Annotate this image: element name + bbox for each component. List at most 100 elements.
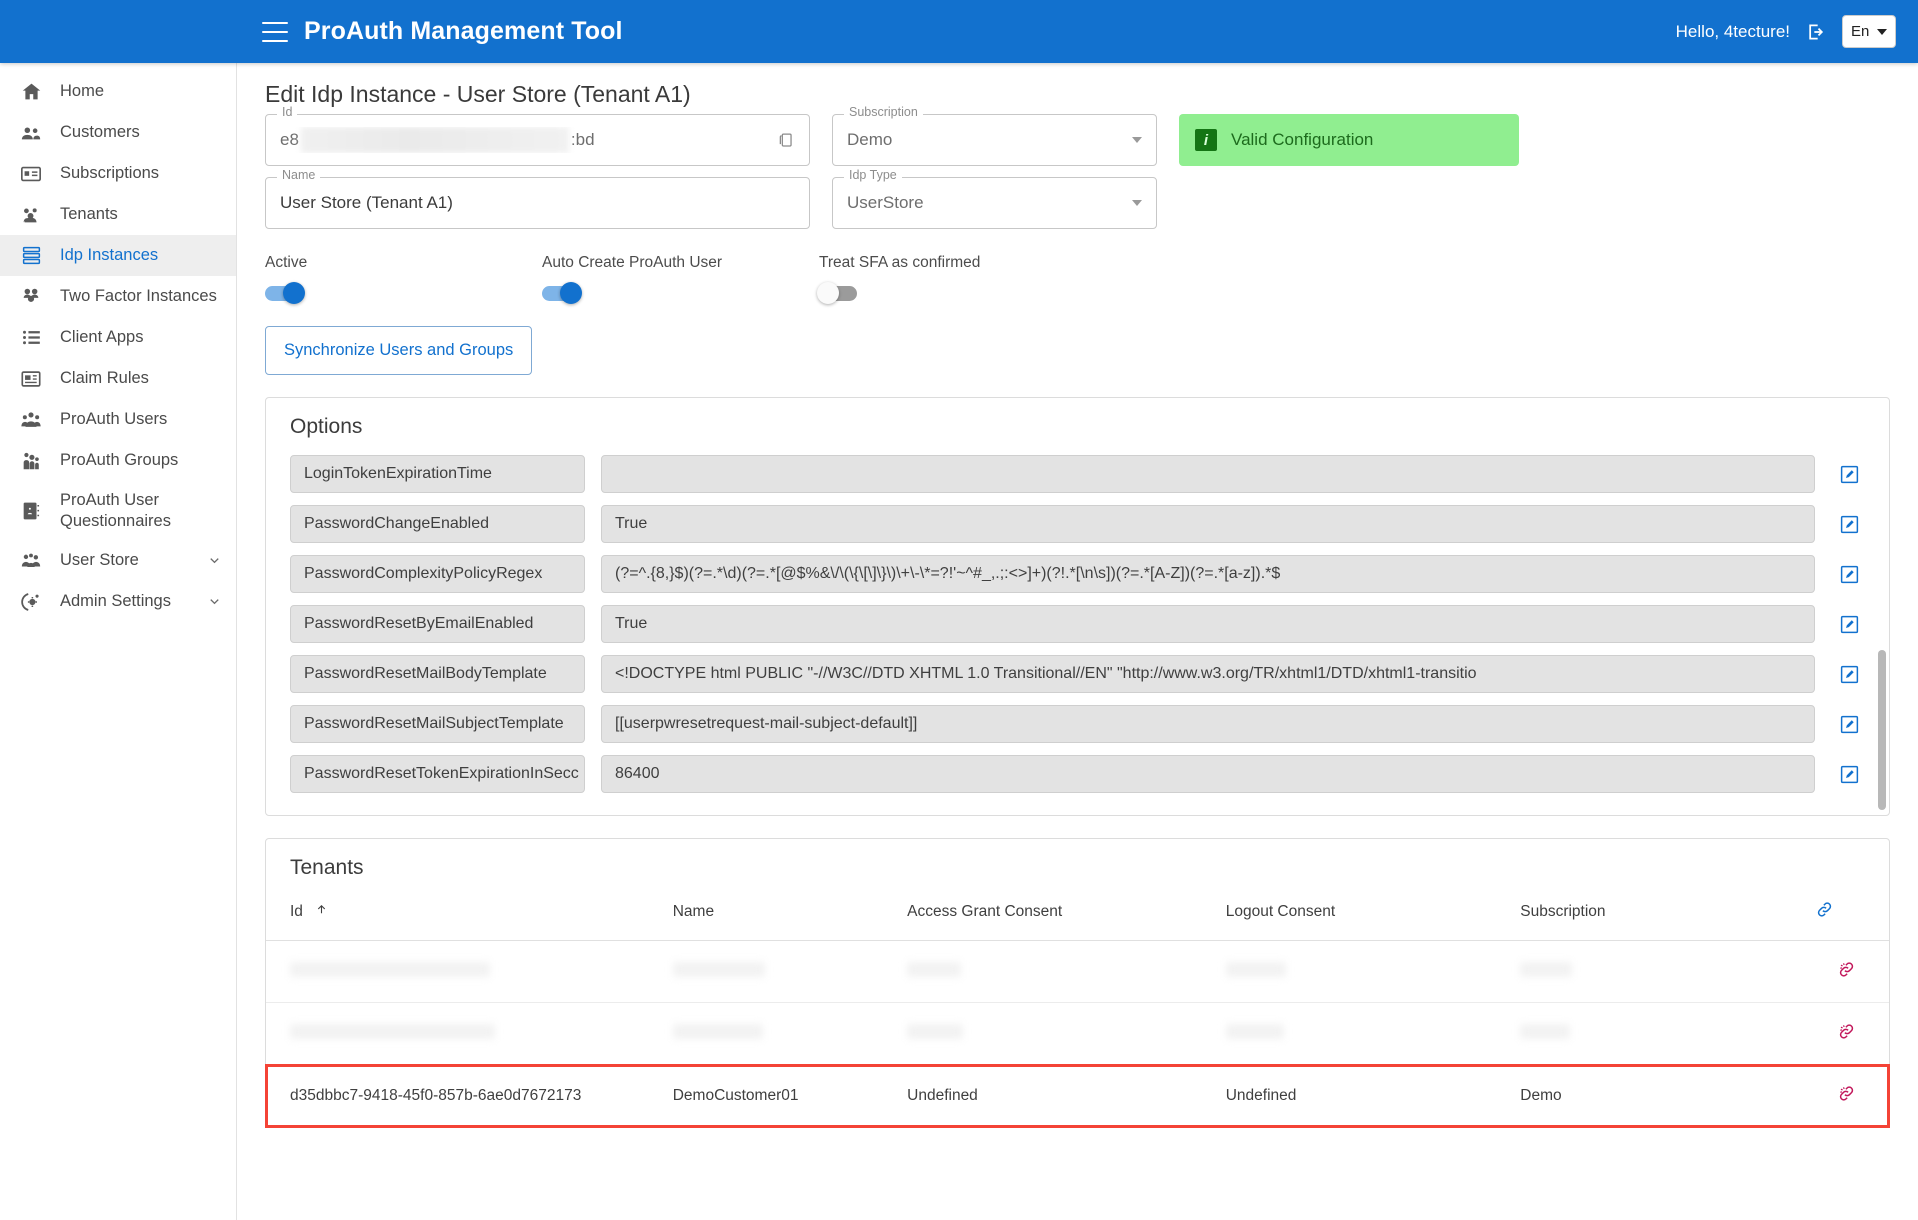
edit-icon[interactable] [1839, 614, 1865, 635]
info-icon: i [1195, 129, 1217, 151]
sidebar-item-customers[interactable]: Customers [0, 112, 236, 153]
table-row[interactable] [266, 941, 1889, 1003]
options-scrollbar-thumb[interactable] [1878, 650, 1886, 810]
column-header-actions [1805, 886, 1889, 941]
edit-icon[interactable] [1839, 664, 1865, 685]
edit-icon[interactable] [1839, 564, 1865, 585]
unlink-icon[interactable] [1837, 1084, 1856, 1103]
language-value: En [1851, 23, 1869, 40]
link-icon[interactable] [1815, 900, 1834, 919]
language-select[interactable]: En [1842, 15, 1896, 48]
option-key: PasswordResetMailBodyTemplate [290, 655, 585, 693]
toggle-knob [560, 282, 582, 304]
sort-asc-icon [315, 903, 328, 921]
column-header-label: Id [290, 903, 303, 920]
toggle-active: Active [265, 254, 542, 306]
option-value[interactable]: True [601, 505, 1815, 543]
sidebar-item-claim-rules[interactable]: Claim Rules [0, 358, 236, 399]
sidebar-item-idp-instances[interactable]: Idp Instances [0, 235, 236, 276]
sidebar-item-user-store[interactable]: User Store [0, 540, 236, 581]
sidebar-item-label: ProAuth Groups [60, 450, 222, 471]
option-row: LoginTokenExpirationTime •• [266, 449, 1889, 499]
column-header-logout-consent[interactable]: Logout Consent [1216, 886, 1511, 941]
column-header-name[interactable]: Name [663, 886, 897, 941]
option-value[interactable]: (?=^.{8,}$)(?=.*\d)(?=.*[@$%&\/\(\{\[\]\… [601, 555, 1815, 593]
sidebar-item-two-factor-instances[interactable]: Two Factor Instances [0, 276, 236, 317]
app-root: ProAuth Management Tool Hello, 4tecture!… [0, 0, 1918, 1220]
option-value[interactable]: <!DOCTYPE html PUBLIC "-//W3C//DTD XHTML… [601, 655, 1815, 693]
option-value[interactable]: 86400 [601, 755, 1815, 793]
option-row: PasswordChangeEnabled True [266, 499, 1889, 549]
sidebar-item-subscriptions[interactable]: Subscriptions [0, 153, 236, 194]
form-row-2: Name User Store (Tenant A1) Idp Type Use… [265, 177, 1890, 240]
table-row[interactable] [266, 1003, 1889, 1065]
option-value[interactable]: •• [601, 455, 1815, 493]
synchronize-users-and-groups-button[interactable]: Synchronize Users and Groups [265, 326, 532, 375]
option-value[interactable]: True [601, 605, 1815, 643]
cell-id [266, 941, 663, 1003]
page-title: Edit Idp Instance - User Store (Tenant A… [265, 81, 1918, 108]
sidebar-item-proauth-groups[interactable]: ProAuth Groups [0, 440, 236, 481]
sidebar-item-label: Tenants [60, 204, 222, 225]
sidebar-item-proauth-user-questionnaires[interactable]: ProAuth User Questionnaires [0, 481, 236, 540]
toggle-sfa-switch[interactable] [819, 286, 857, 301]
sidebar-item-label: Admin Settings [60, 591, 189, 612]
edit-icon[interactable] [1839, 764, 1865, 785]
option-value-text: 86400 [615, 765, 1801, 783]
sidebar-item-home[interactable]: Home [0, 71, 236, 112]
option-value-text: [[userpwresetrequest-mail-subject-defaul… [615, 715, 1801, 733]
toggle-treat-sfa-as-confirmed: Treat SFA as confirmed [819, 254, 1096, 306]
column-header-access-grant-consent[interactable]: Access Grant Consent [897, 886, 1216, 941]
proauth-groups-icon [20, 450, 42, 472]
hamburger-icon[interactable] [262, 22, 288, 42]
unlink-icon[interactable] [1837, 1022, 1856, 1041]
table-row-highlighted[interactable]: d35dbbc7-9418-45f0-857b-6ae0d7672173 Dem… [266, 1065, 1889, 1127]
options-list: LoginTokenExpirationTime •• PasswordChan… [266, 445, 1889, 815]
user-store-icon [20, 550, 42, 572]
column-header-id[interactable]: Id [266, 886, 663, 941]
cell-access-grant-consent: Undefined [897, 1065, 1216, 1127]
cell-logout-consent [1216, 941, 1511, 1003]
cell-name [663, 941, 897, 1003]
edit-icon[interactable] [1839, 464, 1865, 485]
edit-icon[interactable] [1839, 714, 1865, 735]
sidebar-item-label: Idp Instances [60, 245, 222, 266]
sidebar-item-client-apps[interactable]: Client Apps [0, 317, 236, 358]
option-row: PasswordResetByEmailEnabled True [266, 599, 1889, 649]
subscription-select[interactable]: Subscription Demo [832, 114, 1157, 166]
sidebar-item-label: Two Factor Instances [60, 286, 222, 307]
top-bar-left: ProAuth Management Tool [262, 17, 623, 46]
table-header-row: Id Name Access Grant Consent Logout Cons… [266, 886, 1889, 941]
form-row-1: Id e8 :bd Subscription Demo [265, 114, 1890, 177]
proauth-users-icon [20, 409, 42, 431]
option-row: PasswordResetTokenExpirationInSecc 86400 [266, 749, 1889, 799]
redacted-value [1226, 1024, 1284, 1039]
name-field[interactable]: Name User Store (Tenant A1) [265, 177, 810, 229]
toggle-auto-create-label: Auto Create ProAuth User [542, 254, 819, 272]
option-key: PasswordResetTokenExpirationInSecc [290, 755, 585, 793]
option-value-text: (?=^.{8,}$)(?=.*\d)(?=.*[@$%&\/\(\{\[\]\… [615, 565, 1801, 583]
sidebar-item-proauth-users[interactable]: ProAuth Users [0, 399, 236, 440]
sidebar-item-label: Client Apps [60, 327, 222, 348]
sidebar-item-label: ProAuth User Questionnaires [60, 490, 222, 531]
option-row: PasswordResetMailSubjectTemplate [[userp… [266, 699, 1889, 749]
logout-icon[interactable] [1806, 22, 1826, 42]
toggle-auto-create-switch[interactable] [542, 286, 580, 301]
toggle-active-switch[interactable] [265, 286, 303, 301]
questionnaires-icon [20, 500, 42, 522]
option-key: PasswordChangeEnabled [290, 505, 585, 543]
cell-subscription: Demo [1510, 1065, 1805, 1127]
id-field[interactable]: Id e8 :bd [265, 114, 810, 166]
sidebar-item-admin-settings[interactable]: Admin Settings [0, 581, 236, 622]
option-key: LoginTokenExpirationTime [290, 455, 585, 493]
redacted-value [290, 962, 490, 977]
sidebar-item-tenants[interactable]: Tenants [0, 194, 236, 235]
idp-type-select[interactable]: Idp Type UserStore [832, 177, 1157, 229]
cell-name: DemoCustomer01 [663, 1065, 897, 1127]
tenants-table: Id Name Access Grant Consent Logout Cons… [266, 886, 1889, 1127]
column-header-subscription[interactable]: Subscription [1510, 886, 1805, 941]
copy-icon[interactable] [776, 131, 795, 150]
option-value[interactable]: [[userpwresetrequest-mail-subject-defaul… [601, 705, 1815, 743]
edit-icon[interactable] [1839, 514, 1865, 535]
unlink-icon[interactable] [1837, 960, 1856, 979]
